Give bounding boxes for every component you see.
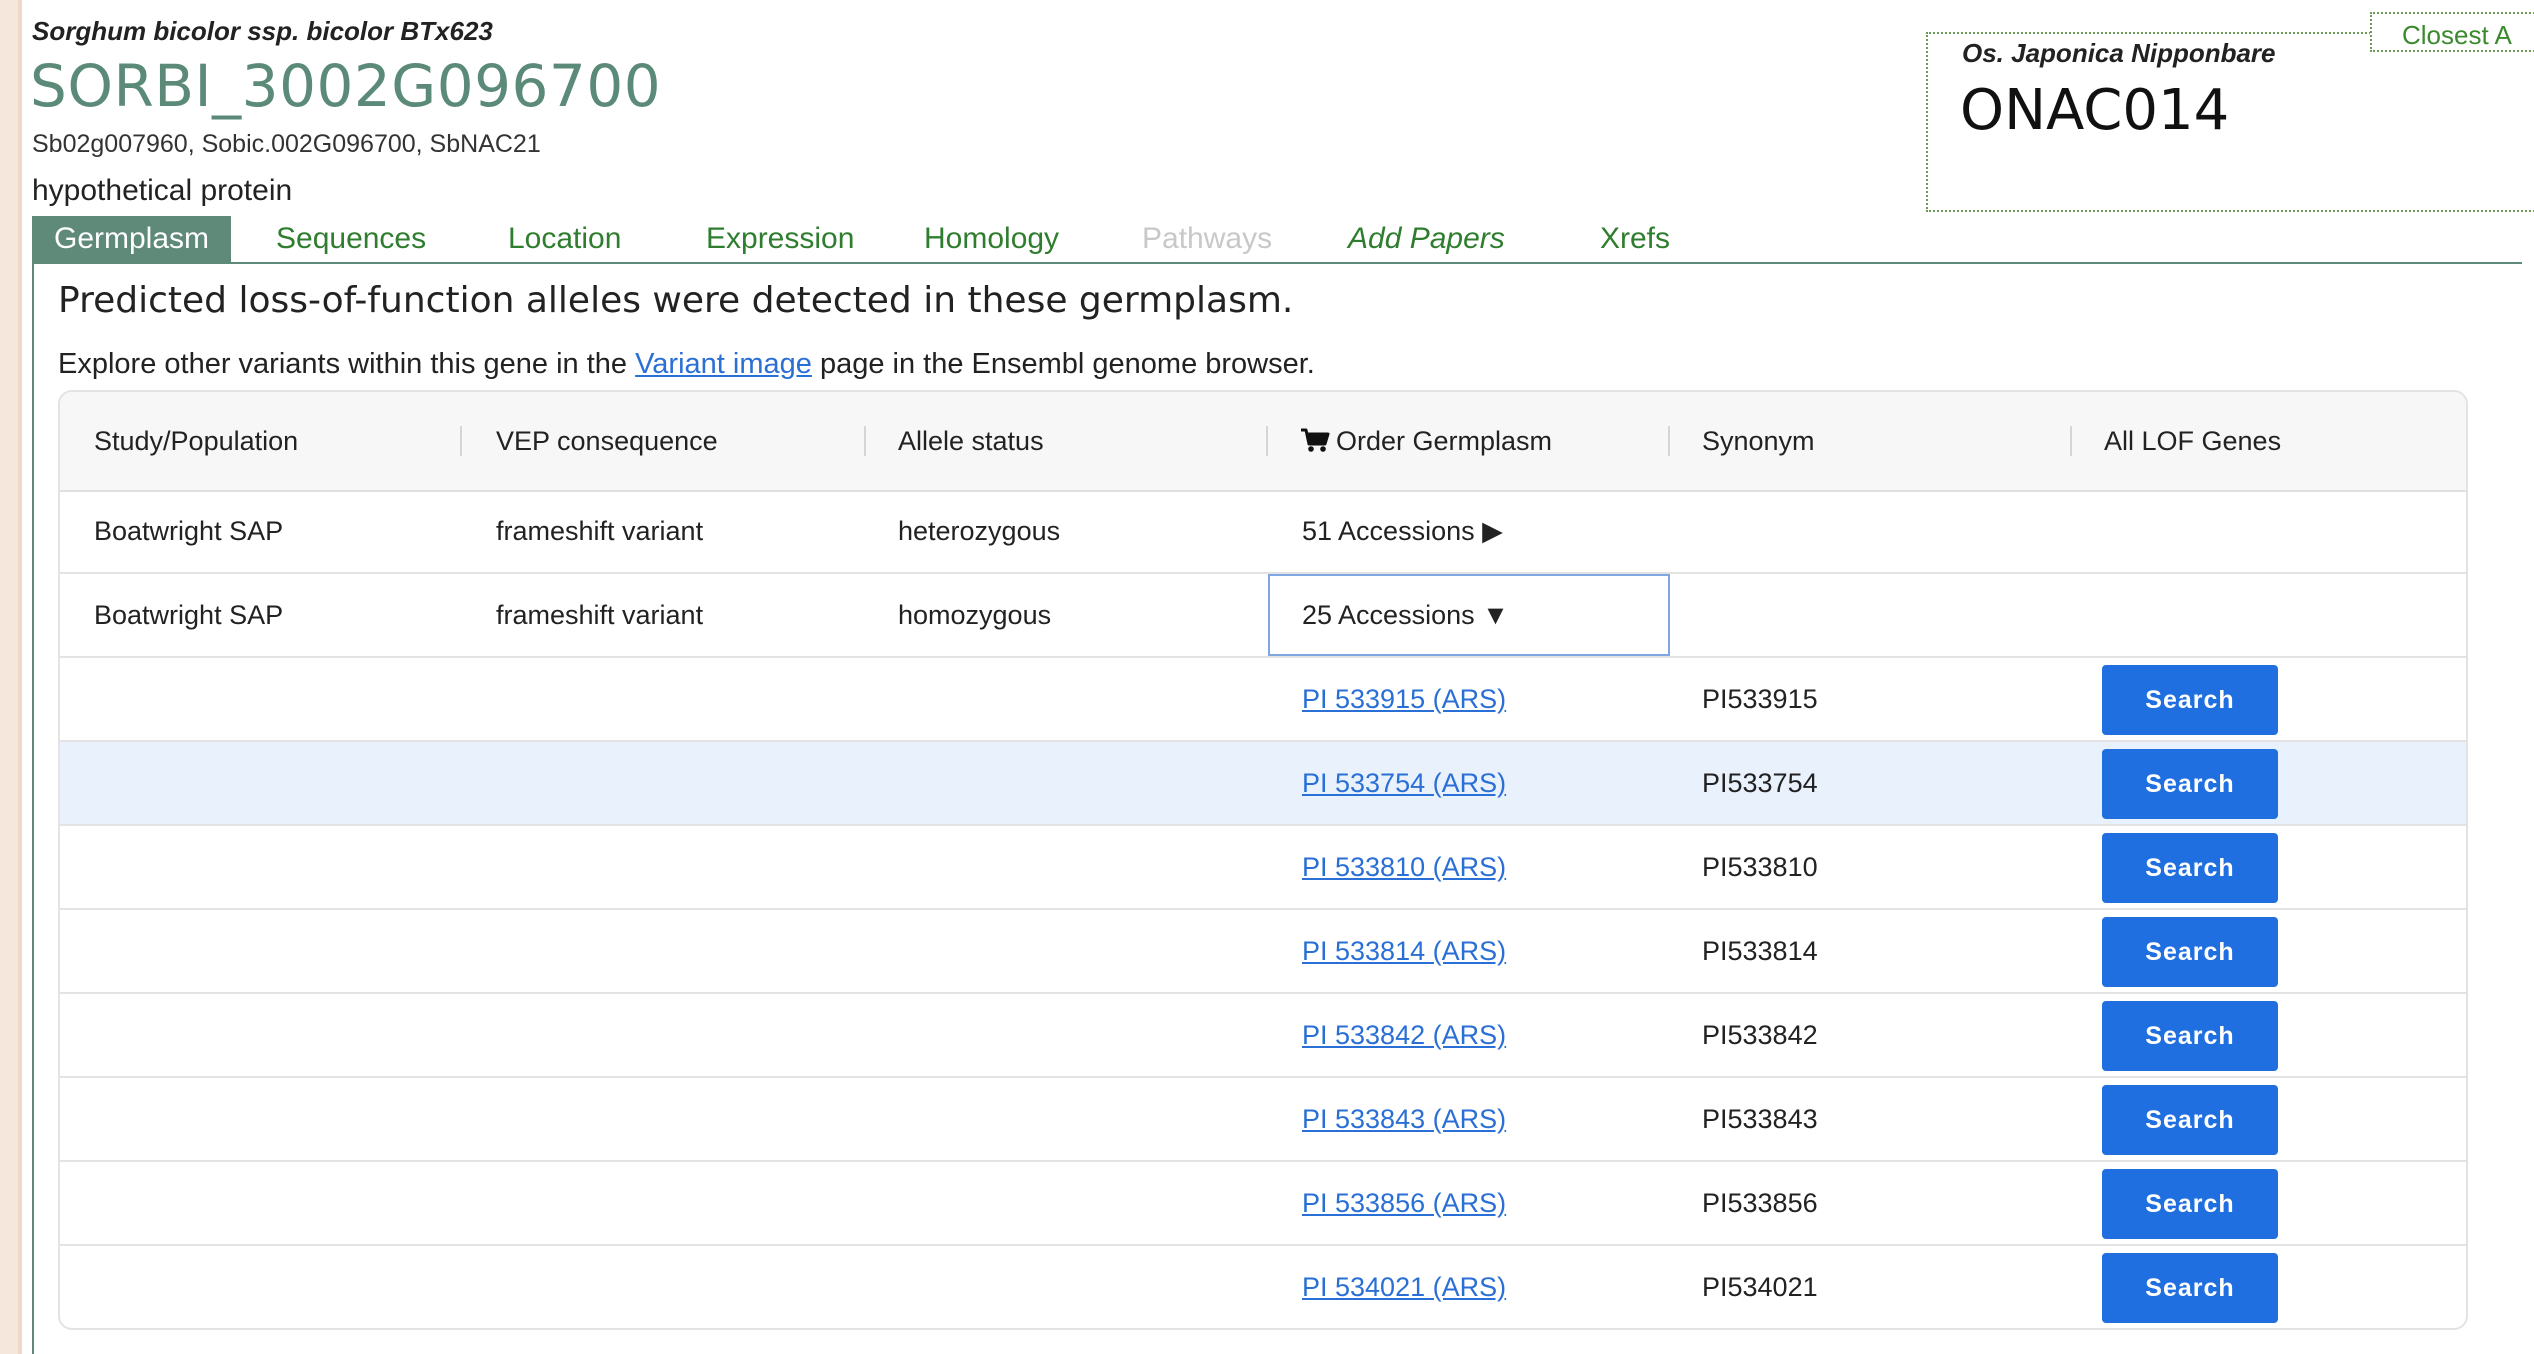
tab-germplasm[interactable]: Germplasm — [32, 216, 232, 262]
search-button[interactable]: Search — [2102, 917, 2278, 987]
header-order-germplasm[interactable]: Order Germplasm — [1300, 392, 1552, 490]
accession-link[interactable]: PI 533810 (ARS) — [1302, 852, 1506, 882]
table-row: PI 533810 (ARS) PI533810 Search — [60, 826, 2466, 910]
table-header: Study/Population VEP consequence Allele … — [60, 392, 2466, 492]
header-study[interactable]: Study/Population — [94, 392, 298, 490]
accession-cell: PI 533754 (ARS) — [1302, 742, 1506, 824]
table-row: PI 533814 (ARS) PI533814 Search — [60, 910, 2466, 994]
accession-cell: PI 533915 (ARS) — [1302, 658, 1506, 740]
cell-allele-status: heterozygous — [898, 516, 1061, 546]
header-all-lof-genes[interactable]: All LOF Genes — [2104, 392, 2281, 490]
accession-synonym: PI533810 — [1702, 852, 1818, 882]
accession-cell: PI 533842 (ARS) — [1302, 994, 1506, 1076]
table-row: PI 533842 (ARS) PI533842 Search — [60, 994, 2466, 1078]
accession-link[interactable]: PI 534021 (ARS) — [1302, 1272, 1506, 1302]
gene-synonyms: Sb02g007960, Sobic.002G096700, SbNAC21 — [32, 130, 541, 158]
table-row-group: Boatwright SAP frameshift variant hetero… — [60, 490, 2466, 574]
header-separator[interactable] — [1668, 426, 1670, 456]
accession-link[interactable]: PI 533856 (ARS) — [1302, 1188, 1506, 1218]
header-separator[interactable] — [1266, 426, 1268, 456]
accessions-count: 51 Accessions — [1302, 516, 1475, 546]
explore-text: Explore other variants within this gene … — [58, 348, 1315, 381]
cell-consequence: frameshift variant — [496, 600, 704, 630]
search-button[interactable]: Search — [2102, 749, 2278, 819]
header-separator[interactable] — [460, 426, 462, 456]
search-button[interactable]: Search — [2102, 665, 2278, 735]
accession-link[interactable]: PI 533754 (ARS) — [1302, 768, 1506, 798]
table-row: PI 533754 (ARS) PI533754 Search — [60, 742, 2466, 826]
accession-link[interactable]: PI 533915 (ARS) — [1302, 684, 1506, 714]
table-row: PI 533843 (ARS) PI533843 Search — [60, 1078, 2466, 1162]
header-vep[interactable]: VEP consequence — [496, 392, 718, 490]
order-germplasm-label: Order Germplasm — [1336, 426, 1553, 456]
search-button[interactable]: Search — [2102, 833, 2278, 903]
accession-cell: PI 533856 (ARS) — [1302, 1162, 1506, 1244]
explore-before: Explore other variants within this gene … — [58, 348, 636, 380]
expand-arrow-icon: ▶ — [1482, 516, 1503, 546]
search-button[interactable]: Search — [2102, 1001, 2278, 1071]
cell-study: Boatwright SAP — [94, 516, 284, 546]
table-row: PI 533915 (ARS) PI533915 Search — [60, 658, 2466, 742]
table-row: PI 533856 (ARS) PI533856 Search — [60, 1162, 2466, 1246]
germplasm-table: Study/Population VEP consequence Allele … — [58, 390, 2468, 1330]
table-row: PI 534021 (ARS) PI534021 Search — [60, 1246, 2466, 1328]
header-separator[interactable] — [2070, 426, 2072, 456]
species-name: Sorghum bicolor ssp. bicolor BTx623 — [32, 16, 493, 46]
tab-add-papers[interactable]: Add Papers — [1348, 216, 1505, 262]
header-separator[interactable] — [2466, 426, 2468, 456]
gene-id-title: SORBI_3002G096700 — [30, 52, 662, 120]
header-separator[interactable] — [864, 426, 866, 456]
accession-link[interactable]: PI 533842 (ARS) — [1302, 1020, 1506, 1050]
search-button[interactable]: Search — [2102, 1253, 2278, 1323]
accession-synonym: PI533856 — [1702, 1188, 1818, 1218]
accession-synonym: PI533814 — [1702, 936, 1818, 966]
shopping-cart-icon — [1301, 428, 1330, 452]
tab-homology[interactable]: Homology — [924, 216, 1059, 262]
accession-cell: PI 533843 (ARS) — [1302, 1078, 1506, 1160]
gene-description: hypothetical protein — [32, 174, 293, 207]
accessions-toggle[interactable]: 25 Accessions ▼ — [1302, 574, 1509, 656]
collapse-arrow-icon: ▼ — [1482, 600, 1509, 630]
panel-border — [32, 262, 34, 1354]
accession-synonym: PI534021 — [1702, 1272, 1818, 1302]
closest-gene-name[interactable]: ONAC014 — [1960, 78, 2229, 143]
cell-allele-status: homozygous — [898, 600, 1052, 630]
cell-consequence: frameshift variant — [496, 516, 704, 546]
tab-sequences[interactable]: Sequences — [276, 216, 426, 262]
panel-heading: Predicted loss-of-function alleles were … — [58, 280, 1294, 321]
accession-link[interactable]: PI 533843 (ARS) — [1302, 1104, 1506, 1134]
accessions-toggle[interactable]: 51 Accessions ▶ — [1302, 490, 1503, 572]
variant-image-link[interactable]: Variant image — [635, 348, 812, 380]
accession-link[interactable]: PI 533814 (ARS) — [1302, 936, 1506, 966]
cell-study: Boatwright SAP — [94, 600, 284, 630]
accession-synonym: PI533915 — [1702, 684, 1818, 714]
accession-cell: PI 533814 (ARS) — [1302, 910, 1506, 992]
accessions-count: 25 Accessions — [1302, 600, 1475, 630]
tab-pathways: Pathways — [1142, 222, 1273, 255]
search-button[interactable]: Search — [2102, 1085, 2278, 1155]
accession-cell: PI 534021 (ARS) — [1302, 1246, 1506, 1328]
tab-expression[interactable]: Expression — [706, 216, 854, 262]
header-synonym[interactable]: Synonym — [1702, 392, 1815, 490]
accession-cell: PI 533810 (ARS) — [1302, 826, 1506, 908]
closest-tab[interactable]: Closest A — [2370, 12, 2534, 52]
tab-xrefs[interactable]: Xrefs — [1600, 216, 1670, 262]
accession-synonym: PI533843 — [1702, 1104, 1818, 1134]
table-row-group: Boatwright SAP frameshift variant homozy… — [60, 574, 2466, 658]
header-allele-status[interactable]: Allele status — [898, 392, 1044, 490]
explore-after: page in the Ensembl genome browser. — [811, 348, 1315, 380]
accession-synonym: PI533842 — [1702, 1020, 1818, 1050]
left-accent-line — [18, 0, 22, 1354]
tabs-underline — [32, 262, 2522, 264]
closest-species: Os. Japonica Nipponbare — [1962, 38, 2276, 68]
search-button[interactable]: Search — [2102, 1169, 2278, 1239]
tab-location[interactable]: Location — [508, 216, 621, 262]
left-accent-bar — [0, 0, 18, 1354]
accession-synonym: PI533754 — [1702, 768, 1818, 798]
